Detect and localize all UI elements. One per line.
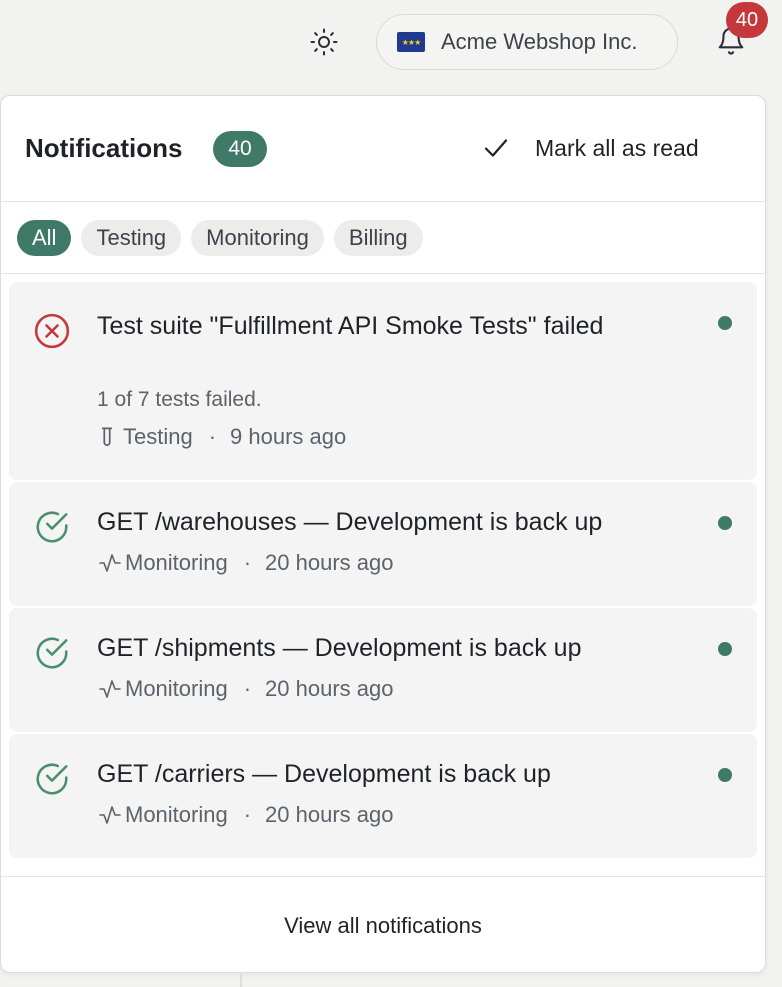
notification-list: Test suite "Fulfillment API Smoke Tests"… <box>9 282 757 860</box>
notification-category: Testing <box>123 424 193 449</box>
filter-chip-testing[interactable]: Testing <box>81 219 182 256</box>
unread-dot <box>718 768 732 782</box>
notification-time: 20 hours ago <box>265 676 394 701</box>
notification-category: Monitoring <box>125 802 228 827</box>
bell-count-badge: 40 <box>726 2 768 38</box>
notification-title: GET /carriers — Development is back up <box>97 760 551 788</box>
notification-time: 9 hours ago <box>230 424 347 449</box>
notification-category: Monitoring <box>125 550 228 575</box>
activity-icon <box>99 680 121 698</box>
panel-title: Notifications <box>25 133 183 163</box>
top-bar: ★★★ Acme Webshop Inc. 40 <box>0 0 782 90</box>
organization-name: Acme Webshop Inc. <box>441 29 638 54</box>
filter-chip-monitoring[interactable]: Monitoring <box>191 219 324 256</box>
error-circle-icon <box>34 313 70 349</box>
notification-title: GET /shipments — Development is back up <box>97 634 582 662</box>
sun-icon <box>310 28 338 56</box>
test-tube-icon <box>101 427 113 446</box>
check-circle-icon <box>36 511 68 543</box>
unread-dot <box>718 642 732 656</box>
unread-dot <box>718 516 732 530</box>
notification-description: 1 of 7 tests failed. <box>97 388 262 411</box>
notification-title: Test suite "Fulfillment API Smoke Tests"… <box>97 312 604 340</box>
notification-category: Monitoring <box>125 676 228 701</box>
notification-item[interactable]: Test suite "Fulfillment API Smoke Tests"… <box>9 282 757 480</box>
notification-meta: Testing · 9 hours ago <box>97 424 346 450</box>
notification-item[interactable]: GET /carriers — Development is back up M… <box>9 734 757 858</box>
notification-meta: Monitoring · 20 hours ago <box>97 676 393 702</box>
mark-all-read-button[interactable]: Mark all as read <box>481 126 699 170</box>
panel-footer: View all notifications <box>1 876 765 972</box>
notification-title: GET /warehouses — Development is back up <box>97 508 603 536</box>
eu-flag-icon: ★★★ <box>397 32 425 52</box>
activity-icon <box>99 806 121 824</box>
notification-item[interactable]: GET /warehouses — Development is back up… <box>9 482 757 606</box>
notification-meta: Monitoring · 20 hours ago <box>97 550 393 576</box>
notification-item[interactable]: GET /shipments — Development is back up … <box>9 608 757 732</box>
notification-meta: Monitoring · 20 hours ago <box>97 802 393 828</box>
organization-switcher[interactable]: ★★★ Acme Webshop Inc. <box>376 14 678 70</box>
filter-chip-all[interactable]: All <box>17 219 72 256</box>
notifications-panel: Notifications 40 Mark all as read All Te… <box>0 95 766 973</box>
filter-chips: All Testing Monitoring Billing <box>1 202 765 274</box>
activity-icon <box>99 554 121 572</box>
check-circle-icon <box>36 763 68 795</box>
view-all-notifications-link[interactable]: View all notifications <box>284 913 482 939</box>
notifications-count-badge: 40 <box>213 131 267 167</box>
divider <box>240 973 242 987</box>
filter-chip-billing[interactable]: Billing <box>333 219 423 256</box>
notification-time: 20 hours ago <box>265 550 394 575</box>
unread-dot <box>718 316 732 330</box>
mark-all-read-label: Mark all as read <box>535 134 699 161</box>
check-circle-icon <box>36 637 68 669</box>
panel-header: Notifications 40 Mark all as read <box>1 96 765 202</box>
check-icon <box>484 139 508 157</box>
theme-toggle-button[interactable] <box>304 22 344 62</box>
notification-time: 20 hours ago <box>265 802 394 827</box>
